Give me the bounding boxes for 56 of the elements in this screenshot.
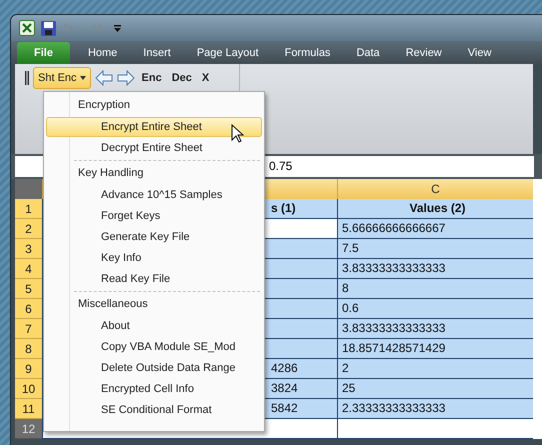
table-cell: 25 (337, 379, 533, 399)
ribbon-tab[interactable]: Insert (131, 42, 183, 64)
menu-item[interactable]: About (46, 316, 262, 336)
row-header[interactable]: 12 (15, 419, 42, 439)
row-header[interactable]: 9 (15, 359, 42, 379)
column-heading-cell: Values (2) (337, 199, 533, 219)
ribbon-tab[interactable]: Page Layout (184, 42, 271, 64)
menu-item[interactable]: Encrypted Cell Info (46, 379, 262, 399)
menu-section-heading: Miscellaneous (77, 297, 148, 312)
save-icon[interactable] (41, 20, 56, 36)
toolbar-button[interactable]: Dec (168, 72, 195, 84)
caret-icon (80, 76, 86, 80)
menu-item[interactable]: Copy VBA Module SE_Mod (46, 337, 262, 357)
row-header[interactable]: 10 (15, 379, 42, 399)
menu-item[interactable]: SE Conditional Format (46, 400, 262, 420)
row-header[interactable]: 4 (15, 259, 42, 279)
menu-item[interactable]: Encrypt Entire Sheet (46, 117, 262, 137)
left-arrow-icon[interactable] (94, 70, 113, 86)
customize-toolbar-icon[interactable] (114, 23, 121, 33)
spreadsheet-logo-icon (19, 20, 35, 36)
menu-item[interactable]: Delete Outside Data Range (46, 358, 262, 378)
ribbon-tab[interactable]: Formulas (272, 42, 342, 64)
row-header[interactable]: 8 (15, 339, 42, 359)
table-cell: 2 (337, 359, 533, 379)
table-cell: 2.33333333333333 (337, 399, 533, 419)
file-tab[interactable]: File (17, 42, 70, 64)
menu-item[interactable]: Decrypt Entire Sheet (46, 138, 262, 158)
menu-item[interactable]: Read Key File (46, 269, 262, 289)
menu-section-heading: Encryption (77, 98, 130, 113)
row-header[interactable]: 7 (15, 319, 42, 339)
toolbar-grip-icon (25, 70, 29, 84)
table-cell: 8 (337, 279, 533, 299)
toolbar-button[interactable]: Enc (138, 72, 165, 84)
ribbon-tab[interactable]: Data (344, 42, 392, 64)
menu-item[interactable]: Generate Key File (46, 227, 262, 247)
mouse-pointer-icon (231, 124, 244, 143)
row-header[interactable]: 6 (15, 299, 42, 319)
table-cell: 7.5 (337, 239, 533, 259)
row-header[interactable]: 3 (15, 239, 42, 259)
row-header[interactable]: 5 (15, 279, 42, 299)
sht-enc-dropdown[interactable]: Sht Enc (33, 66, 91, 88)
table-cell: 3.83333333333333 (337, 259, 533, 279)
ribbon-tab[interactable]: Review (394, 42, 454, 64)
right-arrow-icon[interactable] (116, 70, 135, 86)
row-header[interactable]: 1 (15, 199, 42, 219)
menu-item[interactable]: Key Info (46, 248, 262, 268)
table-cell: 3.83333333333333 (337, 319, 533, 339)
ribbon-tab[interactable]: View (456, 42, 504, 64)
ribbon-tab[interactable]: Home (76, 42, 130, 64)
table-cell: 0.6 (337, 299, 533, 319)
row-header[interactable]: 11 (15, 399, 42, 419)
table-cell: 18.8571428571429 (337, 339, 533, 359)
toolbar-button[interactable]: X (198, 72, 212, 84)
row-header[interactable]: 2 (15, 219, 42, 239)
table-cell: 5.66666666666667 (337, 219, 533, 239)
column-header[interactable]: C (337, 179, 533, 199)
